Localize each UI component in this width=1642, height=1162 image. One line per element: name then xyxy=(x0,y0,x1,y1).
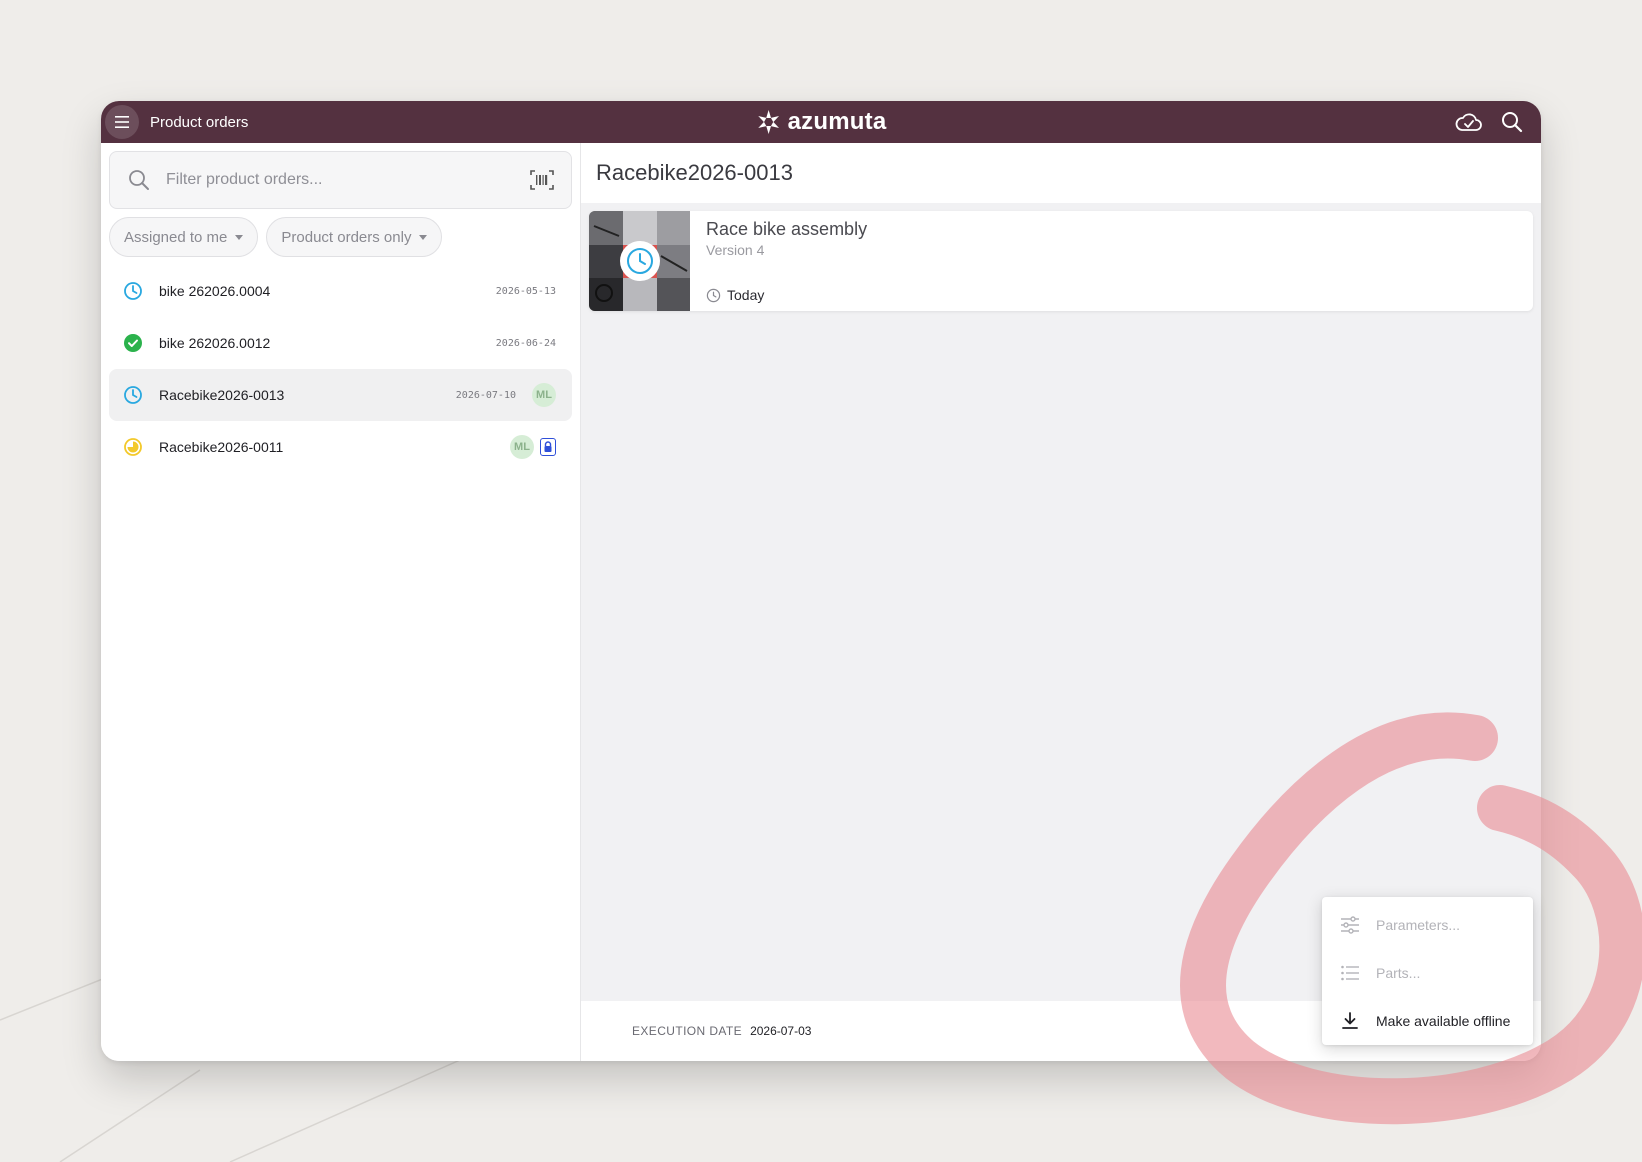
sliders-icon xyxy=(1341,916,1359,934)
list-icon xyxy=(1341,965,1359,981)
menu-item-parts[interactable]: Parts... xyxy=(1322,949,1533,997)
cloud-check-icon xyxy=(1455,113,1482,131)
download-icon xyxy=(1342,1012,1358,1029)
menu-item-label: Parts... xyxy=(1376,965,1421,981)
clock-icon xyxy=(706,288,721,302)
search-icon xyxy=(129,170,149,190)
menu-item-label: Make available offline xyxy=(1376,1013,1511,1029)
clock-icon xyxy=(124,386,142,404)
order-name: bike 262026.0004 xyxy=(159,283,271,299)
hamburger-menu-button[interactable] xyxy=(105,105,139,139)
chip-label: Product orders only xyxy=(281,228,412,246)
detail-title: Racebike2026-0013 xyxy=(581,143,1541,203)
filter-assigned-to-me[interactable]: Assigned to me xyxy=(109,217,259,257)
order-name: bike 262026.0012 xyxy=(159,335,271,351)
card-time-label: Today xyxy=(727,287,765,303)
caret-down-icon xyxy=(419,234,428,240)
menu-item-parameters[interactable]: Parameters... xyxy=(1322,901,1533,949)
filter-product-orders-only[interactable]: Product orders only xyxy=(266,217,443,257)
order-date: 2026-06-24 xyxy=(495,337,556,349)
chip-label: Assigned to me xyxy=(124,228,228,246)
assignee-avatar: ML xyxy=(510,435,534,459)
order-row[interactable]: bike 262026.0012 2026-06-24 xyxy=(109,317,572,369)
order-date: 2026-05-13 xyxy=(495,285,556,297)
card-schedule: Today xyxy=(706,287,1517,303)
clock-icon xyxy=(124,282,142,300)
search-icon xyxy=(1502,112,1523,133)
caret-down-icon xyxy=(235,234,244,240)
search-box xyxy=(109,151,572,209)
menu-item-make-available-offline[interactable]: Make available offline xyxy=(1322,997,1533,1045)
order-list-panel: Assigned to me Product orders only bike … xyxy=(101,143,581,1061)
top-bar: Product orders azumuta xyxy=(101,101,1541,143)
azumuta-logo-icon xyxy=(758,110,780,134)
order-row[interactable]: bike 262026.0004 2026-05-13 xyxy=(109,265,572,317)
context-menu: Parameters... Parts... Make available of… xyxy=(1322,897,1533,1045)
instruction-thumbnail xyxy=(589,211,690,311)
assignee-avatar: ML xyxy=(532,383,556,407)
order-row-selected[interactable]: Racebike2026-0013 2026-07-10 ML xyxy=(109,369,572,421)
page-title: Product orders xyxy=(150,113,249,131)
brand-logo: azumuta xyxy=(756,108,887,136)
order-row[interactable]: Racebike2026-0011 ML xyxy=(109,421,572,473)
barcode-scan-icon xyxy=(530,170,554,190)
brand-name: azumuta xyxy=(787,108,887,135)
menu-item-label: Parameters... xyxy=(1376,917,1461,933)
order-name: Racebike2026-0013 xyxy=(159,387,285,403)
cloud-sync-button[interactable] xyxy=(1455,111,1483,133)
pie-progress-icon xyxy=(124,438,142,456)
execution-date-value: 2026-07-03 xyxy=(750,1024,812,1038)
clock-icon xyxy=(619,241,660,281)
lock-icon xyxy=(540,438,556,456)
execution-date-label: EXECUTION DATE xyxy=(632,1024,743,1038)
card-version: Version 4 xyxy=(706,242,765,258)
order-list: bike 262026.0004 2026-05-13 bike 262026.… xyxy=(109,265,572,473)
search-button[interactable] xyxy=(1501,111,1523,133)
barcode-scan-button[interactable] xyxy=(529,169,555,191)
check-circle-icon xyxy=(124,334,142,352)
filter-orders-input[interactable] xyxy=(166,171,529,189)
instruction-card[interactable]: Race bike assembly Version 4 Today xyxy=(589,211,1533,311)
order-date: 2026-07-10 xyxy=(455,389,516,401)
hamburger-icon xyxy=(115,116,129,128)
order-name: Racebike2026-0011 xyxy=(159,439,284,455)
card-title: Race bike assembly xyxy=(706,219,868,239)
filter-chips: Assigned to me Product orders only xyxy=(109,217,572,257)
card-body: Race bike assembly Version 4 Today xyxy=(690,211,1533,311)
